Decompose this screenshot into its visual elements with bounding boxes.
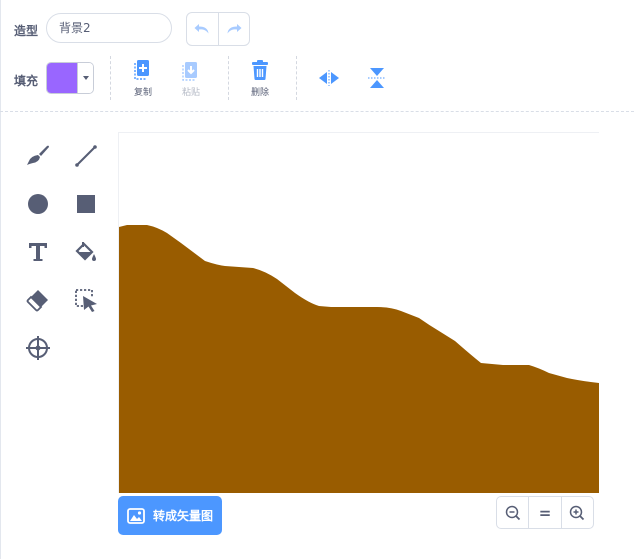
- zoom-reset-label: =: [538, 503, 552, 522]
- panel-border: [0, 0, 1, 559]
- delete-button[interactable]: 删除: [240, 58, 280, 98]
- select-icon: [75, 289, 97, 312]
- eraser-tool[interactable]: [24, 286, 52, 314]
- delete-label: 删除: [250, 88, 269, 98]
- copy-label: 复制: [133, 88, 152, 98]
- fill-color-swatch: [47, 63, 77, 93]
- divider: [110, 56, 111, 100]
- redo-button[interactable]: [217, 13, 250, 45]
- brush-tool[interactable]: [24, 142, 52, 170]
- line-icon: [75, 145, 97, 167]
- rectangle-icon: [77, 195, 95, 213]
- crosshair-icon: [26, 336, 50, 360]
- paste-label: 粘贴: [181, 88, 200, 98]
- flip-vertical-icon: [368, 68, 386, 88]
- fill-label: 填充: [14, 74, 39, 88]
- convert-button-label: 转成矢量图: [153, 509, 214, 523]
- chevron-down-icon: [77, 63, 93, 93]
- select-tool[interactable]: [72, 286, 100, 314]
- trash-icon: [252, 60, 268, 80]
- divider: [228, 56, 229, 100]
- undo-redo-group: [186, 12, 250, 46]
- copy-icon: [134, 60, 149, 80]
- undo-icon: [194, 24, 209, 34]
- paint-bucket-icon: [75, 242, 96, 261]
- undo-button[interactable]: [187, 13, 218, 45]
- paste-button[interactable]: 粘贴: [171, 58, 211, 98]
- copy-button[interactable]: 复制: [123, 58, 163, 98]
- paint-canvas[interactable]: [118, 132, 599, 493]
- redo-icon: [227, 24, 242, 34]
- zoom-out-button[interactable]: [497, 497, 528, 528]
- text-tool[interactable]: [24, 238, 52, 266]
- line-tool[interactable]: [72, 142, 100, 170]
- divider: [296, 56, 297, 100]
- image-icon: [127, 507, 145, 524]
- flip-vertical-button[interactable]: [357, 58, 397, 98]
- costume-name-input[interactable]: 背景2: [46, 13, 172, 43]
- center-tool[interactable]: [24, 334, 52, 362]
- fill-color-picker[interactable]: [46, 62, 94, 94]
- paste-icon: [182, 62, 197, 81]
- brush-icon: [27, 145, 49, 165]
- toolbar-divider: [0, 111, 634, 112]
- text-icon: [29, 243, 47, 261]
- fill-tool[interactable]: [72, 238, 100, 266]
- circle-icon: [28, 194, 48, 214]
- zoom-in-button[interactable]: [560, 497, 593, 528]
- flip-horizontal-button[interactable]: [309, 58, 349, 98]
- costume-label: 造型: [14, 24, 39, 38]
- eraser-icon: [26, 290, 48, 312]
- zoom-in-icon: [570, 505, 585, 520]
- circle-tool[interactable]: [24, 190, 52, 218]
- zoom-out-icon: [505, 505, 520, 520]
- zoom-reset-button[interactable]: =: [528, 497, 560, 528]
- flip-horizontal-icon: [319, 70, 339, 86]
- rectangle-tool[interactable]: [72, 190, 100, 218]
- zoom-controls: =: [496, 496, 594, 529]
- backdrop-hill-shape: [119, 225, 599, 493]
- convert-to-vector-button[interactable]: 转成矢量图: [118, 496, 222, 535]
